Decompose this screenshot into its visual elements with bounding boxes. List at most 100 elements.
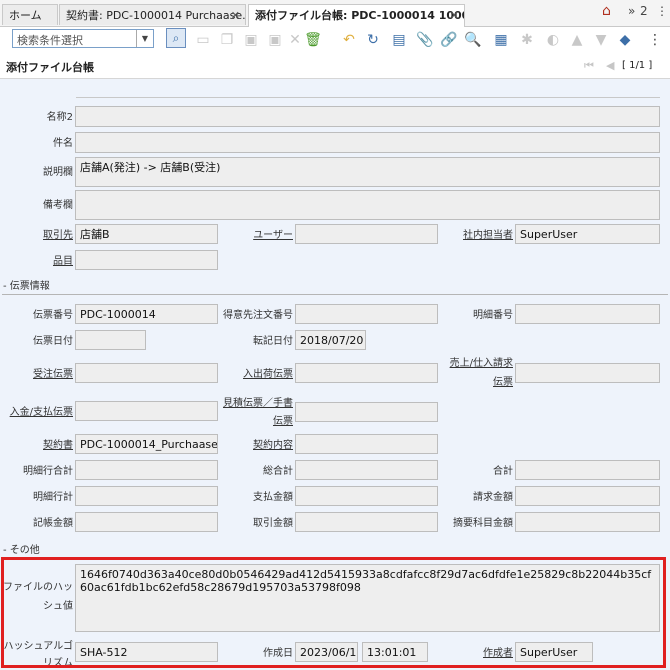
summary-total-field[interactable] <box>515 512 660 532</box>
new-record-icon[interactable]: ▭ <box>194 31 212 49</box>
total-field[interactable] <box>515 460 660 480</box>
search-query-select[interactable]: 検索条件選択 ▼ <box>12 29 154 48</box>
grid-toggle-icon[interactable]: ▤ <box>390 31 408 49</box>
remarks-label: 備考欄 <box>43 200 73 211</box>
sales-order-field[interactable] <box>75 363 218 383</box>
contract-label[interactable]: 契約書 <box>0 439 73 452</box>
more-vertical-icon[interactable]: ⋮ <box>656 4 668 18</box>
doc-no-field[interactable]: PDC-1000014 <box>75 304 218 324</box>
close-icon[interactable]: ✕ <box>450 5 459 26</box>
product-field[interactable] <box>75 250 218 270</box>
tab-bar: ホーム 契約書: PDC-1000014 Purchaase... ✕ 添付ファイ… <box>0 0 670 27</box>
bpartner-field[interactable]: 店舗B <box>75 224 218 244</box>
invoice-label-line2[interactable]: 伝票 <box>438 376 513 389</box>
doc-no-label: 伝票番号 <box>33 310 73 321</box>
name2-field[interactable] <box>75 106 660 127</box>
first-record-icon[interactable]: ⏮ <box>584 59 594 73</box>
tab-home-label: ホーム <box>9 9 42 22</box>
line-no-label: 明細番号 <box>473 310 513 321</box>
inout-field[interactable] <box>295 363 438 383</box>
double-chevron-down-icon[interactable]: » <box>628 4 635 18</box>
arrow-down-icon[interactable]: ▼ <box>592 31 610 49</box>
contract-content-field[interactable] <box>295 434 438 454</box>
internal-rep-field[interactable]: SuperUser <box>515 224 660 244</box>
booked-amount-field[interactable] <box>75 512 218 532</box>
search-query-placeholder: 検索条件選択 <box>17 34 83 47</box>
record-pager: [ 1/1 ] <box>622 60 653 71</box>
line-amount-label: 明細行計 <box>33 492 73 503</box>
toggle-icon[interactable]: ◐ <box>544 31 562 49</box>
more-vertical-icon[interactable]: ⋮ <box>646 31 664 49</box>
previous-record-icon[interactable]: ◀ <box>606 59 614 72</box>
arrow-up-icon[interactable]: ▲ <box>568 31 586 49</box>
line-no-field[interactable] <box>515 304 660 324</box>
summary-total-label: 摘要科目金額 <box>453 518 513 529</box>
user-label[interactable]: ユーザー <box>222 229 293 242</box>
window-title: 添付ファイル台帳 <box>6 61 94 74</box>
payment-field[interactable] <box>75 401 218 421</box>
trx-amount-field[interactable] <box>295 512 438 532</box>
tab-contract-label: 契約書: PDC-1000014 Purchaase... <box>66 9 246 22</box>
posting-date-label: 転記日付 <box>253 336 293 347</box>
attachment-icon[interactable]: 📎 <box>416 31 434 49</box>
save-and-new-icon[interactable]: ▣ <box>266 31 284 49</box>
customer-po-label: 得意先注文番号 <box>223 310 293 321</box>
search-icon[interactable]: ⌕ <box>166 28 186 48</box>
invoice-amount-field[interactable] <box>515 486 660 506</box>
payment-label[interactable]: 入金/支払伝票 <box>0 406 73 419</box>
name2-label: 名称2 <box>46 112 73 123</box>
doc-date-label: 伝票日付 <box>33 336 73 347</box>
delete-icon[interactable]: ✕ <box>286 31 304 49</box>
report-icon[interactable]: ▦ <box>492 31 510 49</box>
trash-icon[interactable]: 🗑 <box>304 31 322 49</box>
pay-amount-label: 支払金額 <box>253 492 293 503</box>
invoice-field[interactable] <box>515 363 660 383</box>
zoom-across-icon[interactable]: 🔍 <box>464 31 482 49</box>
save-icon[interactable]: ▣ <box>242 31 260 49</box>
quote-field[interactable] <box>295 402 438 422</box>
customer-po-field[interactable] <box>295 304 438 324</box>
internal-rep-label[interactable]: 社内担当者 <box>442 229 513 242</box>
tab-attachment-ledger[interactable]: 添付ファイル台帳: PDC-1000014 1000... ✕ <box>248 4 465 27</box>
subject-field[interactable] <box>75 132 660 153</box>
contract-field[interactable]: PDC-1000014_Purchaase Int <box>75 434 218 454</box>
refresh-icon[interactable]: ↻ <box>364 31 382 49</box>
product-label[interactable]: 品目 <box>0 255 73 268</box>
copy-record-icon[interactable]: ❐ <box>218 31 236 49</box>
pay-amount-field[interactable] <box>295 486 438 506</box>
sales-order-label[interactable]: 受注伝票 <box>0 368 73 381</box>
close-icon[interactable]: ✕ <box>231 5 240 25</box>
highlight-box <box>1 557 666 668</box>
posting-date-field[interactable]: 2018/07/20 <box>295 330 366 350</box>
section-slip-info[interactable]: - 伝票情報 <box>3 277 50 292</box>
remarks-field[interactable] <box>75 190 660 220</box>
contract-content-label[interactable]: 契約内容 <box>222 439 293 452</box>
grand-total-field[interactable] <box>295 460 438 480</box>
bpartner-label[interactable]: 取引先 <box>0 229 73 242</box>
line-total-field[interactable] <box>75 460 218 480</box>
tab-contract[interactable]: 契約書: PDC-1000014 Purchaase... ✕ <box>59 4 246 25</box>
quote-label-line1[interactable]: 見積伝票／手書 <box>218 397 293 410</box>
undo-icon[interactable]: ↶ <box>340 31 358 49</box>
doc-date-field[interactable] <box>75 330 146 350</box>
invoice-label-line1[interactable]: 売上/仕入請求 <box>438 357 513 370</box>
line-amount-field[interactable] <box>75 486 218 506</box>
label-tag-icon[interactable]: ◆ <box>616 31 634 49</box>
home-icon[interactable]: ⌂ <box>602 3 611 19</box>
user-field[interactable] <box>295 224 438 244</box>
tab-home[interactable]: ホーム <box>2 4 58 25</box>
form-top-divider <box>76 97 660 98</box>
subject-label: 件名 <box>53 138 73 149</box>
toolbar: 検索条件選択 ▼ ⌕ ▭ ❐ ▣ ▣ ✕ 🗑 ↶ ↻ ▤ 📎 🔗 🔍 ▦ ✱ ◐… <box>0 27 670 54</box>
quote-label-line2[interactable]: 伝票 <box>218 415 293 428</box>
inout-label[interactable]: 入出荷伝票 <box>222 368 293 381</box>
description-field[interactable]: 店舗A(発注) -> 店舗B(受注) <box>75 157 660 187</box>
window-title-bar: 添付ファイル台帳 ⏮ ◀ [ 1/1 ] <box>0 54 670 79</box>
chevron-down-icon[interactable]: ▼ <box>136 30 153 47</box>
section-other[interactable]: - その他 <box>3 541 40 556</box>
booked-amount-label: 記帳金額 <box>33 518 73 529</box>
section-divider <box>2 294 668 295</box>
process-icon[interactable]: ✱ <box>518 31 536 49</box>
total-label: 合計 <box>493 466 513 477</box>
attachment-link-icon[interactable]: 🔗 <box>440 31 458 49</box>
